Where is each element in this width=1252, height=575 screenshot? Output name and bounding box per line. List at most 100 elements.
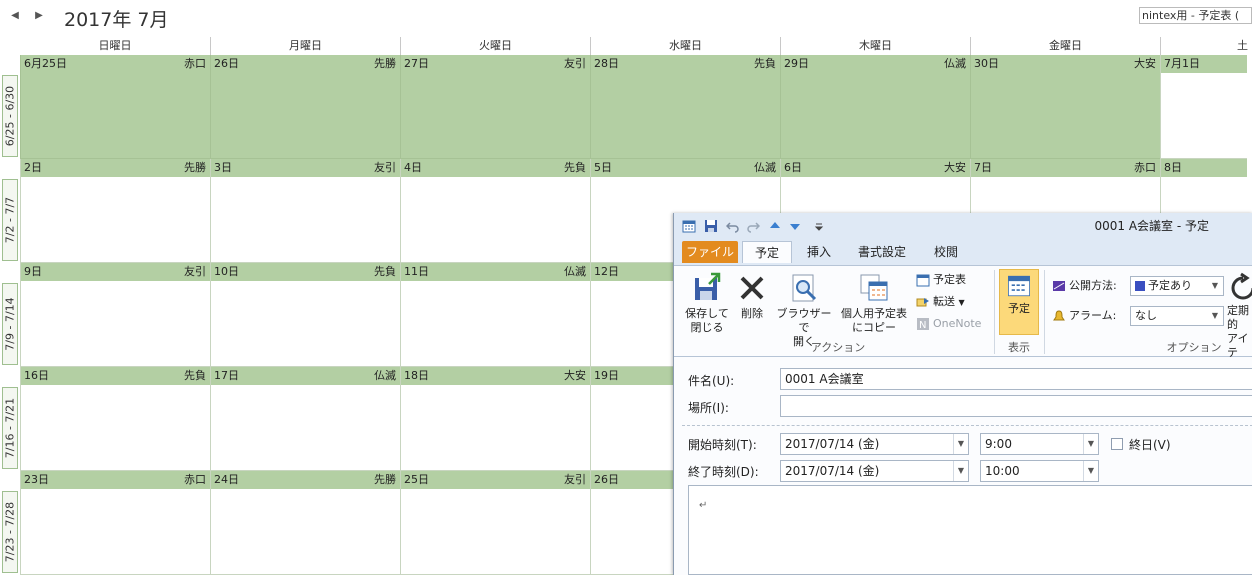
show-as-label-text: 公開方法:	[1069, 279, 1117, 292]
onenote-button[interactable]: N OneNote	[916, 316, 981, 332]
copy-calendar-icon	[860, 274, 888, 301]
week-label-text: 6/25 - 6/30	[3, 85, 17, 147]
paragraph-mark: ↵	[699, 500, 708, 511]
calendar-search-input[interactable]: nintex用 - 予定表 (	[1139, 7, 1252, 24]
rokuyo-label: 友引	[564, 473, 586, 486]
busy-color-swatch	[1135, 281, 1145, 291]
save-and-close-button[interactable]: 保存して 閉じる	[682, 272, 732, 335]
week-label[interactable]: 7/23 - 7/28	[2, 491, 18, 573]
day-cell[interactable]: 6月25日 赤口	[20, 55, 210, 159]
location-input[interactable]	[780, 395, 1252, 417]
day-cell[interactable]: 28日 先負	[590, 55, 780, 159]
prev-month-arrow-icon[interactable]: ◀	[8, 9, 22, 23]
week-label[interactable]: 7/9 - 7/14	[2, 283, 18, 365]
next-month-arrow-icon[interactable]: ▶	[32, 9, 46, 23]
day-date: 24日	[214, 473, 239, 486]
chevron-down-icon[interactable]: ▼	[1083, 461, 1098, 481]
day-cell[interactable]: 16日 先負	[20, 367, 210, 471]
subject-input[interactable]: 0001 A会議室	[780, 368, 1252, 390]
chevron-down-icon[interactable]: ▼	[1083, 434, 1098, 454]
chevron-down-icon: ▼	[1211, 311, 1219, 320]
week-label-text: 7/2 - 7/7	[3, 196, 17, 244]
end-date-input[interactable]: 2017/07/14 (金) ▼	[780, 460, 969, 482]
day-cell[interactable]: 2日 先勝	[20, 159, 210, 263]
day-header-tuesday: 火曜日	[400, 37, 590, 55]
day-cell[interactable]: 26日 先勝	[210, 55, 400, 159]
tab-review[interactable]: 校閲	[924, 241, 968, 263]
tab-file[interactable]: ファイル	[682, 241, 738, 263]
subject-label: 件名(U):	[688, 374, 735, 388]
save-and-close-label-1: 保存して	[685, 307, 729, 320]
day-cell-header: 9日 友引	[21, 263, 210, 281]
day-cell-header: 28日 先負	[591, 55, 780, 73]
open-in-browser-label-1: ブラウザーで	[776, 307, 832, 334]
window-title: 0001 A会議室 - 予定	[1094, 219, 1209, 233]
day-cell-header: 29日 仏滅	[781, 55, 970, 73]
appointment-window: 0001 A会議室 - 予定 ファイル 予定 挿入 書式設定 校閲 保存して 閉…	[673, 213, 1252, 575]
delete-button[interactable]: 削除	[734, 272, 770, 321]
onenote-icon: N	[917, 318, 929, 331]
day-date: 7月1日	[1164, 57, 1200, 70]
day-cell[interactable]: 10日 先負	[210, 263, 400, 367]
reminder-select[interactable]: なし ▼	[1130, 306, 1224, 326]
svg-text:N: N	[919, 320, 926, 331]
day-cell[interactable]: 4日 先負	[400, 159, 590, 263]
day-header-saturday: 土	[1160, 37, 1252, 55]
save-icon[interactable]	[704, 219, 718, 233]
day-cell[interactable]: 23日 赤口	[20, 471, 210, 575]
customize-toolbar-icon[interactable]	[812, 219, 826, 233]
start-time-input[interactable]: 9:00 ▼	[980, 433, 1099, 455]
next-item-icon[interactable]	[788, 219, 802, 233]
day-cell[interactable]: 7月1日	[1160, 55, 1247, 159]
previous-item-icon[interactable]	[768, 219, 782, 233]
day-cell[interactable]: 30日 大安	[970, 55, 1160, 159]
reminder-value: なし	[1135, 309, 1157, 322]
show-appointment-button[interactable]: 予定	[999, 269, 1039, 335]
show-as-select[interactable]: 予定あり ▼	[1130, 276, 1224, 296]
day-cell[interactable]: 9日 友引	[20, 263, 210, 367]
calendar-toolbar: ◀ ▶ 2017年 7月 nintex用 - 予定表 (	[0, 0, 1252, 36]
rokuyo-label: 先勝	[374, 57, 396, 70]
day-cell-header: 10日 先負	[211, 263, 400, 281]
ribbon-separator	[1044, 270, 1045, 354]
chevron-down-icon[interactable]: ▼	[953, 461, 968, 481]
week-label[interactable]: 7/2 - 7/7	[2, 179, 18, 261]
bell-icon	[1053, 310, 1065, 321]
week-label-text: 7/23 - 7/28	[3, 501, 17, 563]
undo-icon[interactable]	[726, 219, 740, 233]
start-date-input[interactable]: 2017/07/14 (金) ▼	[780, 433, 969, 455]
day-cell-header: 17日 仏滅	[211, 367, 400, 385]
rokuyo-label: 仏滅	[944, 57, 966, 70]
day-cell-header: 27日 友引	[401, 55, 590, 73]
day-cell-header: 11日 仏滅	[401, 263, 590, 281]
end-time-input[interactable]: 10:00 ▼	[980, 460, 1099, 482]
week-label[interactable]: 7/16 - 7/21	[2, 387, 18, 469]
day-cell[interactable]: 25日 友引	[400, 471, 590, 575]
start-date-value: 2017/07/14 (金)	[785, 437, 880, 451]
tab-appointment[interactable]: 予定	[742, 241, 792, 263]
notes-body-textarea[interactable]: ↵	[688, 485, 1252, 575]
day-cell[interactable]: 18日 大安	[400, 367, 590, 471]
chevron-down-icon[interactable]: ▼	[953, 434, 968, 454]
rokuyo-label: 先負	[374, 265, 396, 278]
day-cell[interactable]: 17日 仏滅	[210, 367, 400, 471]
day-cell[interactable]: 24日 先勝	[210, 471, 400, 575]
day-cell[interactable]: 3日 友引	[210, 159, 400, 263]
day-cell[interactable]: 27日 友引	[400, 55, 590, 159]
all-day-checkbox[interactable]	[1111, 438, 1123, 450]
open-in-browser-button[interactable]: ブラウザーで 開く	[772, 272, 836, 349]
day-cell[interactable]: 29日 仏滅	[780, 55, 970, 159]
copy-to-calendar-button[interactable]: 個人用予定表 にコピー	[836, 272, 912, 335]
calendar-button[interactable]: 予定表	[916, 272, 966, 288]
tab-insert[interactable]: 挿入	[798, 241, 840, 263]
forward-dropdown-icon: ▼	[958, 298, 965, 307]
week-label[interactable]: 6/25 - 6/30	[2, 75, 18, 157]
day-cell[interactable]: 11日 仏滅	[400, 263, 590, 367]
forward-button[interactable]: 転送 ▼	[916, 294, 965, 310]
group-label-show: 表示	[1008, 341, 1030, 354]
tab-format[interactable]: 書式設定	[850, 241, 914, 263]
redo-icon[interactable]	[746, 219, 760, 233]
chevron-down-icon: ▼	[1211, 281, 1219, 290]
day-cell-header: 8日	[1161, 159, 1247, 177]
show-as-value: 予定あり	[1148, 279, 1192, 292]
